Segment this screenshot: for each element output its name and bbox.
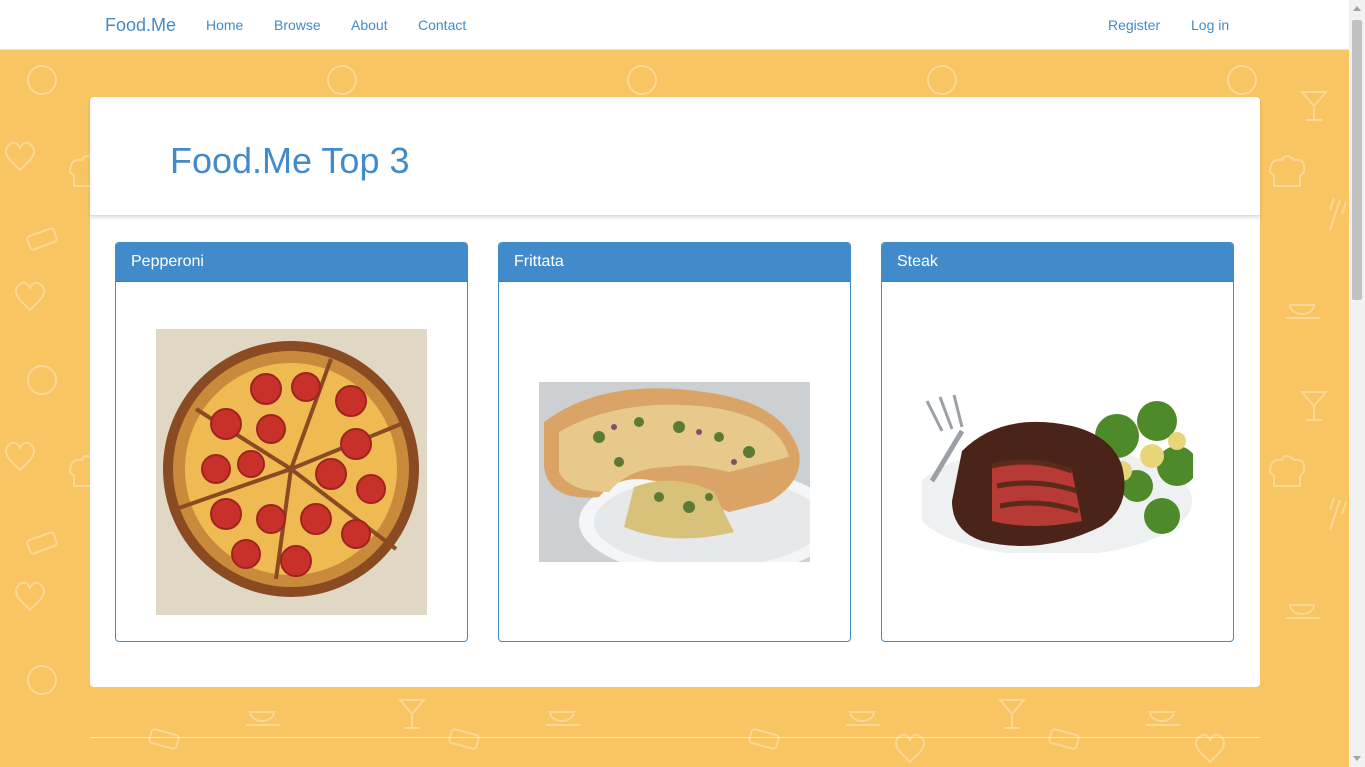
frittata-photo[interactable] (539, 382, 839, 577)
steak-photo[interactable] (912, 391, 1197, 556)
food-card-frittata[interactable]: Frittata (498, 242, 851, 642)
food-card-steak[interactable]: Steak (881, 242, 1234, 642)
nav-contact-link[interactable]: Contact (418, 0, 466, 50)
login-link[interactable]: Log in (1191, 0, 1229, 50)
scroll-down-arrow-icon[interactable] (1353, 756, 1361, 761)
main-panel: Food.Me Top 3 Pepperoni Frittata Steak (90, 97, 1260, 687)
brand-link[interactable]: Food.Me (105, 0, 176, 50)
footer-divider (90, 737, 1260, 738)
food-card-pepperoni[interactable]: Pepperoni (115, 242, 468, 642)
scroll-up-arrow-icon[interactable] (1353, 6, 1361, 11)
page-scrollbar[interactable] (1349, 0, 1365, 767)
card-title: Pepperoni (116, 243, 467, 282)
scrollbar-thumb[interactable] (1352, 20, 1362, 300)
nav-home-link[interactable]: Home (206, 0, 243, 50)
card-title: Frittata (499, 243, 850, 282)
register-link[interactable]: Register (1108, 0, 1160, 50)
nav-about-link[interactable]: About (351, 0, 388, 50)
card-title: Steak (882, 243, 1233, 282)
page-header: Food.Me Top 3 (90, 97, 1260, 216)
page-title: Food.Me Top 3 (170, 140, 410, 181)
nav-browse-link[interactable]: Browse (274, 0, 321, 50)
pepperoni-pizza-photo[interactable] (156, 329, 427, 615)
top-navbar: Food.Me Home Browse About Contact Regist… (0, 0, 1349, 50)
